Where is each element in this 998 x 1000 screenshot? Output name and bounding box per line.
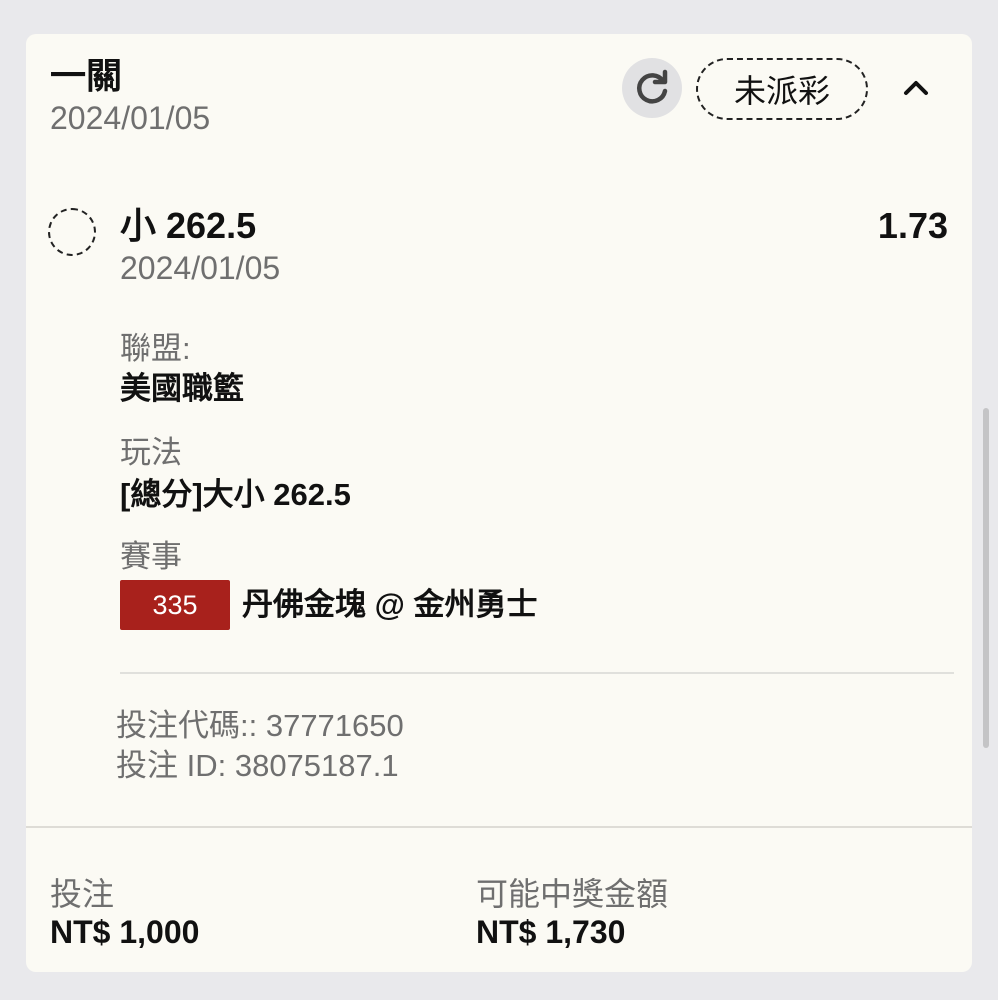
payout-label: 可能中獎金額 xyxy=(476,876,669,912)
refresh-button[interactable] xyxy=(622,58,682,118)
selection-date: 2024/01/05 xyxy=(120,250,281,286)
pending-status-icon xyxy=(48,208,96,256)
footer-divider xyxy=(26,826,972,828)
chevron-up-icon xyxy=(904,81,928,95)
bet-slip-card: 一關 2024/01/05 未派彩 小 262.5 1.73 2024/01/0… xyxy=(26,34,972,972)
league-value: 美國職籃 xyxy=(120,371,244,406)
status-badge: 未派彩 xyxy=(696,58,868,120)
scrollbar[interactable] xyxy=(983,408,989,748)
bet-id: 投注 ID: 38075187.1 xyxy=(116,748,399,783)
selection-name: 小 262.5 xyxy=(120,205,257,246)
status-badge-label: 未派彩 xyxy=(733,73,830,109)
divider xyxy=(120,672,954,674)
collapse-button[interactable] xyxy=(898,70,934,106)
bet-date: 2024/01/05 xyxy=(50,100,211,136)
event-number-badge: 335 xyxy=(120,580,230,630)
bet-code: 投注代碼:: 37771650 xyxy=(116,708,404,743)
selection-odds: 1.73 xyxy=(877,205,948,246)
league-label: 聯盟: xyxy=(120,331,191,366)
bet-type-value: [總分]大小 262.5 xyxy=(120,477,351,512)
bet-type-label: 玩法 xyxy=(120,435,182,470)
stake-label: 投注 xyxy=(50,876,115,912)
bet-type-title: 一關 xyxy=(50,55,123,96)
payout-value: NT$ 1,730 xyxy=(476,914,626,950)
refresh-icon xyxy=(637,69,668,104)
event-name: 丹佛金塊 @ 金州勇士 xyxy=(242,587,538,622)
stake-value: NT$ 1,000 xyxy=(50,914,200,950)
event-label: 賽事 xyxy=(120,539,182,574)
